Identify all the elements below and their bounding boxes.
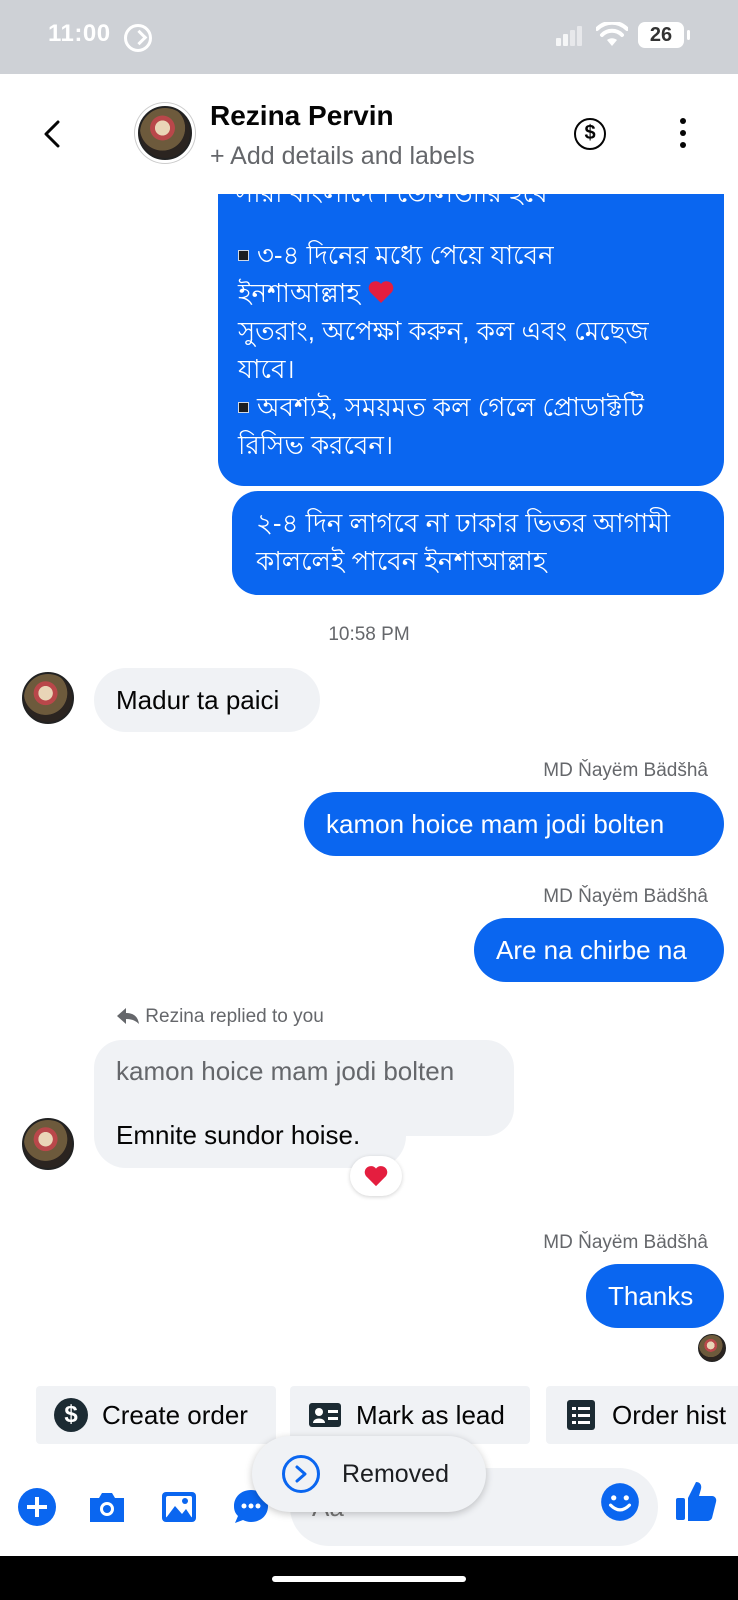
black-square-icon (238, 250, 249, 261)
quick-action-label: Mark as lead (356, 1399, 505, 1430)
message-line: রিসিভ করবেন। (238, 430, 394, 460)
outgoing-message[interactable]: Thanks (586, 1264, 724, 1328)
message-line: ২-৪ দিন লাগবে না ঢাকার ভিতর আগামী (256, 508, 671, 538)
gallery-icon[interactable] (158, 1486, 200, 1528)
id-card-icon (309, 1403, 341, 1427)
message-timestamp: 10:58 PM (328, 624, 410, 645)
message-line: ইনশাআল্লাহ (238, 274, 704, 312)
message-line: যাবে। (238, 354, 295, 384)
heart-emoji-icon (368, 281, 394, 303)
contact-avatar[interactable] (138, 106, 192, 160)
status-bar: 11:00 26 (0, 0, 738, 74)
thumbs-up-icon[interactable] (674, 1478, 718, 1524)
outgoing-message[interactable]: kamon hoice mam jodi bolten (304, 792, 724, 856)
wifi-icon (596, 22, 628, 46)
more-options-icon[interactable] (678, 118, 688, 148)
message-reaction[interactable] (350, 1156, 402, 1196)
message-line: কাললেই পাবেন ইনশাআল্লাহ (256, 546, 547, 576)
add-details-link[interactable]: + Add details and labels (210, 142, 475, 171)
reply-arrow-icon (117, 1008, 139, 1024)
reply-indicator: Rezina replied to you (116, 1006, 324, 1028)
focus-mode-icon (124, 24, 152, 52)
payment-icon[interactable]: $ (574, 118, 606, 150)
toast-label: Removed (342, 1459, 449, 1488)
emoji-icon[interactable] (598, 1480, 642, 1524)
outgoing-message[interactable]: সারা বাংলাদেশ ডেলিভারি হবে ৩-৪ দিনের মধ্… (218, 180, 724, 486)
message-line: অবশ্যই, সময়মত কল গেলে প্রোডাক্টটি (238, 388, 704, 426)
quick-action-label: Order hist (612, 1399, 727, 1430)
plus-icon[interactable] (16, 1486, 58, 1528)
order-history-button[interactable]: Order hist (546, 1386, 738, 1444)
chat-header: Rezina Pervin + Add details and labels $ (0, 74, 738, 194)
status-time: 11:00 (48, 20, 111, 47)
outgoing-message[interactable]: ২-৪ দিন লাগবে না ঢাকার ভিতর আগামী কাললেই… (232, 491, 724, 595)
partial-message-line: সারা বাংলাদেশ ডেলিভারি হবে (236, 180, 548, 208)
seen-receipt-avatar (698, 1334, 726, 1362)
message-line: সুতরাং, অপেক্ষা করুন, কল এবং মেছেজ (238, 316, 649, 346)
heart-icon (364, 1166, 388, 1187)
outgoing-message[interactable]: Are na chirbe na (474, 918, 724, 982)
back-arrow-icon[interactable] (38, 114, 68, 154)
list-document-icon (567, 1400, 595, 1430)
dollar-circle-icon: $ (54, 1398, 88, 1432)
sender-name: MD Ňayëm Bädšhâ (543, 1232, 708, 1253)
message-line: ৩-৪ দিনের মধ্যে পেয়ে যাবেন (238, 236, 704, 274)
battery-indicator: 26 (638, 22, 690, 48)
camera-icon[interactable] (86, 1486, 128, 1528)
contact-name[interactable]: Rezina Pervin (210, 100, 394, 132)
signal-icon (556, 24, 584, 46)
quick-action-label: Create order (102, 1399, 248, 1430)
incoming-message[interactable]: Madur ta paici (94, 668, 320, 732)
messenger-circle-icon (282, 1455, 320, 1493)
system-nav-bar (0, 1556, 738, 1600)
sender-avatar[interactable] (22, 1118, 74, 1170)
create-order-button[interactable]: $ Create order (36, 1386, 276, 1444)
removed-toast: Removed (252, 1436, 486, 1512)
sender-name: MD Ňayëm Bädšhâ (543, 760, 708, 781)
sender-name: MD Ňayëm Bädšhâ (543, 886, 708, 907)
sender-avatar[interactable] (22, 672, 74, 724)
home-indicator[interactable] (272, 1576, 466, 1582)
black-square-icon (238, 402, 249, 413)
